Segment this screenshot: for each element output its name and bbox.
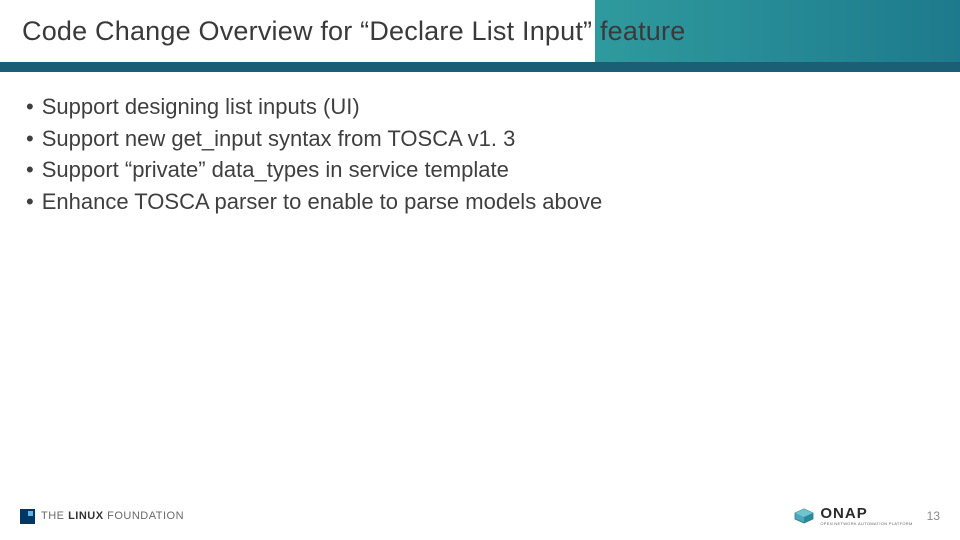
lf-main: LINUX (68, 510, 104, 522)
footer: THE LINUX FOUNDATION ONAP OPEN NETWORK A… (0, 498, 960, 540)
bullet-text: Enhance TOSCA parser to enable to parse … (42, 187, 603, 217)
linux-foundation-icon (20, 509, 35, 524)
bullet-text: Support designing list inputs (UI) (42, 92, 360, 122)
onap-tagline: OPEN NETWORK AUTOMATION PLATFORM (820, 522, 912, 526)
list-item: Enhance TOSCA parser to enable to parse … (26, 187, 934, 217)
slide-title: Code Change Overview for “Declare List I… (22, 16, 685, 47)
onap-icon (793, 508, 815, 524)
list-item: Support new get_input syntax from TOSCA … (26, 124, 934, 154)
onap-label: ONAP (820, 506, 912, 521)
linux-foundation-logo: THE LINUX FOUNDATION (20, 509, 184, 524)
lf-suffix: FOUNDATION (107, 510, 184, 522)
page-number: 13 (927, 509, 940, 523)
onap-logo: ONAP OPEN NETWORK AUTOMATION PLATFORM (793, 506, 912, 526)
content-area: Support designing list inputs (UI) Suppo… (0, 72, 960, 217)
list-item: Support “private” data_types in service … (26, 155, 934, 185)
footer-right: ONAP OPEN NETWORK AUTOMATION PLATFORM 13 (793, 506, 940, 526)
title-band: Code Change Overview for “Declare List I… (0, 0, 960, 62)
bullet-text: Support “private” data_types in service … (42, 155, 509, 185)
linux-foundation-text: THE LINUX FOUNDATION (41, 510, 184, 522)
bullet-list: Support designing list inputs (UI) Suppo… (26, 92, 934, 217)
onap-text: ONAP OPEN NETWORK AUTOMATION PLATFORM (820, 506, 912, 526)
list-item: Support designing list inputs (UI) (26, 92, 934, 122)
title-underbar (0, 62, 960, 72)
bullet-text: Support new get_input syntax from TOSCA … (42, 124, 516, 154)
lf-prefix: THE (41, 510, 65, 522)
